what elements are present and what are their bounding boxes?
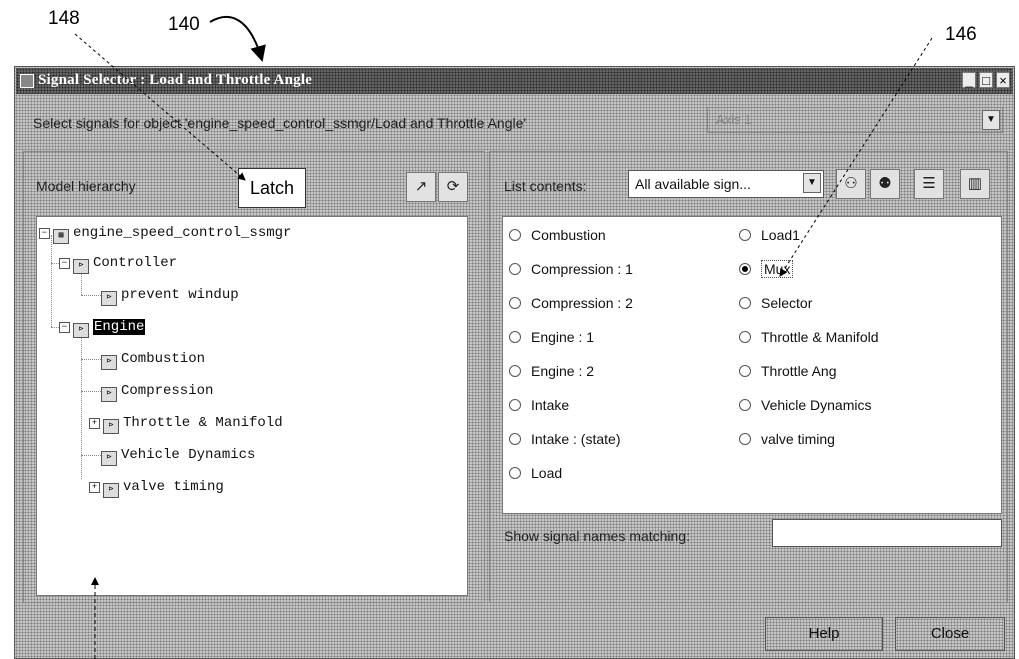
delete-icon[interactable]: ▥: [960, 169, 990, 199]
subsystem-icon: ⊳: [73, 323, 89, 338]
radio-button[interactable]: [509, 331, 521, 343]
signal-combustion[interactable]: Combustion: [509, 227, 606, 243]
list-view-icon[interactable]: ☰: [914, 169, 944, 199]
tree-node-engine[interactable]: − ⊳ Engine: [59, 319, 146, 338]
radio-button[interactable]: [509, 365, 521, 377]
chevron-down-icon[interactable]: ▼: [982, 110, 1000, 130]
chevron-down-icon[interactable]: ▼: [803, 173, 821, 193]
refresh-hierarchy-icon[interactable]: ⟳: [438, 172, 468, 202]
subsystem-icon: ⊳: [103, 419, 119, 434]
radio-button[interactable]: [739, 433, 751, 445]
subsystem-icon: ⊳: [101, 451, 117, 466]
close-window-button[interactable]: ×: [996, 72, 1010, 88]
radio-button[interactable]: [509, 433, 521, 445]
tree-node-vehicle-dynamics[interactable]: ⊳ Vehicle Dynamics: [101, 447, 255, 466]
callout-140: [209, 15, 266, 62]
minimize-button[interactable]: _: [962, 72, 976, 88]
title-bar[interactable]: Signal Selector : Load and Throttle Angl…: [16, 68, 1013, 94]
model-hierarchy-panel: Model hierarchy Latch ↗ ⟳ − ▦ engine_speed…: [23, 151, 485, 603]
signal-valve-timing[interactable]: valve timing: [739, 431, 835, 447]
radio-button[interactable]: [509, 467, 521, 479]
radio-button[interactable]: [509, 263, 521, 275]
signal-selector-window: Signal Selector : Load and Throttle Angl…: [14, 66, 1015, 659]
signal-load1[interactable]: Load1: [739, 227, 800, 243]
signal-throttle-manifold[interactable]: Throttle & Manifold: [739, 329, 879, 345]
radio-button[interactable]: [509, 399, 521, 411]
tree-node-controller[interactable]: − ⊳ Controller: [59, 255, 177, 274]
ref-148: 148: [48, 8, 80, 29]
signal-engine-1[interactable]: Engine : 1: [509, 329, 594, 345]
tree-node-throttle-manifold[interactable]: + ⊳ Throttle & Manifold: [89, 415, 283, 434]
signal-filter-input[interactable]: [772, 519, 1002, 547]
signal-mux[interactable]: Mux: [739, 260, 794, 278]
model-hierarchy-label: Model hierarchy: [36, 178, 136, 194]
list-contents-value: All available sign...: [635, 176, 751, 192]
signal-compression-2[interactable]: Compression : 2: [509, 295, 633, 311]
signal-vehicle-dynamics[interactable]: Vehicle Dynamics: [739, 397, 872, 413]
ref-140: 140: [168, 14, 200, 35]
axis-dropdown[interactable]: Axis 1 ▼: [707, 107, 1003, 133]
subsystem-icon: ⊳: [73, 259, 89, 274]
tree-node-prevent-windup[interactable]: ⊳ prevent windup: [101, 287, 239, 306]
signal-engine-2[interactable]: Engine : 2: [509, 363, 594, 379]
signal-compression-1[interactable]: Compression : 1: [509, 261, 633, 277]
window-icon: [20, 74, 34, 88]
close-button[interactable]: Close: [895, 617, 1005, 651]
expand-icon[interactable]: +: [89, 418, 100, 429]
ref-146: 146: [945, 24, 977, 45]
radio-button[interactable]: [739, 229, 751, 241]
signal-throttle-ang[interactable]: Throttle Ang: [739, 363, 837, 379]
tree-node-combustion[interactable]: ⊳ Combustion: [101, 351, 205, 370]
radio-button[interactable]: [739, 297, 751, 309]
select-signals-label: Select signals for object 'engine_speed_…: [33, 115, 527, 131]
radio-button[interactable]: [509, 229, 521, 241]
signal-intake[interactable]: Intake: [509, 397, 569, 413]
go-to-block-icon[interactable]: ↗: [406, 172, 436, 202]
subsystem-icon: ⊳: [103, 483, 119, 498]
collapse-icon[interactable]: −: [59, 258, 70, 269]
subsystem-icon: ⊳: [101, 387, 117, 402]
axis-value: Axis 1: [716, 112, 752, 127]
radio-button[interactable]: [509, 297, 521, 309]
signal-load[interactable]: Load: [509, 465, 562, 481]
radio-button[interactable]: [739, 331, 751, 343]
collapse-icon[interactable]: −: [39, 228, 50, 239]
signal-list[interactable]: Combustion Compression : 1 Compression :…: [502, 216, 1002, 514]
signal-list-panel: List contents: All available sign... ▼ ⚇…: [489, 151, 1008, 603]
radio-button-selected[interactable]: [739, 263, 751, 275]
maximize-button[interactable]: □: [979, 72, 993, 88]
tree-node-valve-timing[interactable]: + ⊳ valve timing: [89, 479, 224, 498]
tree-node-root[interactable]: − ▦ engine_speed_control_ssmgr: [39, 225, 291, 244]
list-contents-label: List contents:: [504, 178, 587, 194]
tree-node-compression[interactable]: ⊳ Compression: [101, 383, 213, 402]
signal-intake-state[interactable]: Intake : (state): [509, 431, 620, 447]
radio-button[interactable]: [739, 399, 751, 411]
match-label: Show signal names matching:: [504, 528, 690, 544]
bus-hierarchy-icon[interactable]: ⚉: [870, 169, 900, 199]
expand-icon[interactable]: +: [89, 482, 100, 493]
collapse-icon[interactable]: −: [59, 322, 70, 333]
window-title: Signal Selector : Load and Throttle Angl…: [38, 72, 313, 88]
model-tree[interactable]: − ▦ engine_speed_control_ssmgr − ⊳ Controlle…: [36, 216, 468, 596]
model-icon: ▦: [53, 229, 69, 244]
radio-button[interactable]: [739, 365, 751, 377]
show-buses-icon[interactable]: ⚇: [836, 169, 866, 199]
subsystem-icon: ⊳: [101, 291, 117, 306]
latch-button[interactable]: Latch: [238, 168, 306, 208]
signal-selector[interactable]: Selector: [739, 295, 812, 311]
list-contents-dropdown[interactable]: All available sign... ▼: [628, 170, 824, 198]
subsystem-icon: ⊳: [101, 355, 117, 370]
help-button[interactable]: Help: [765, 617, 883, 651]
